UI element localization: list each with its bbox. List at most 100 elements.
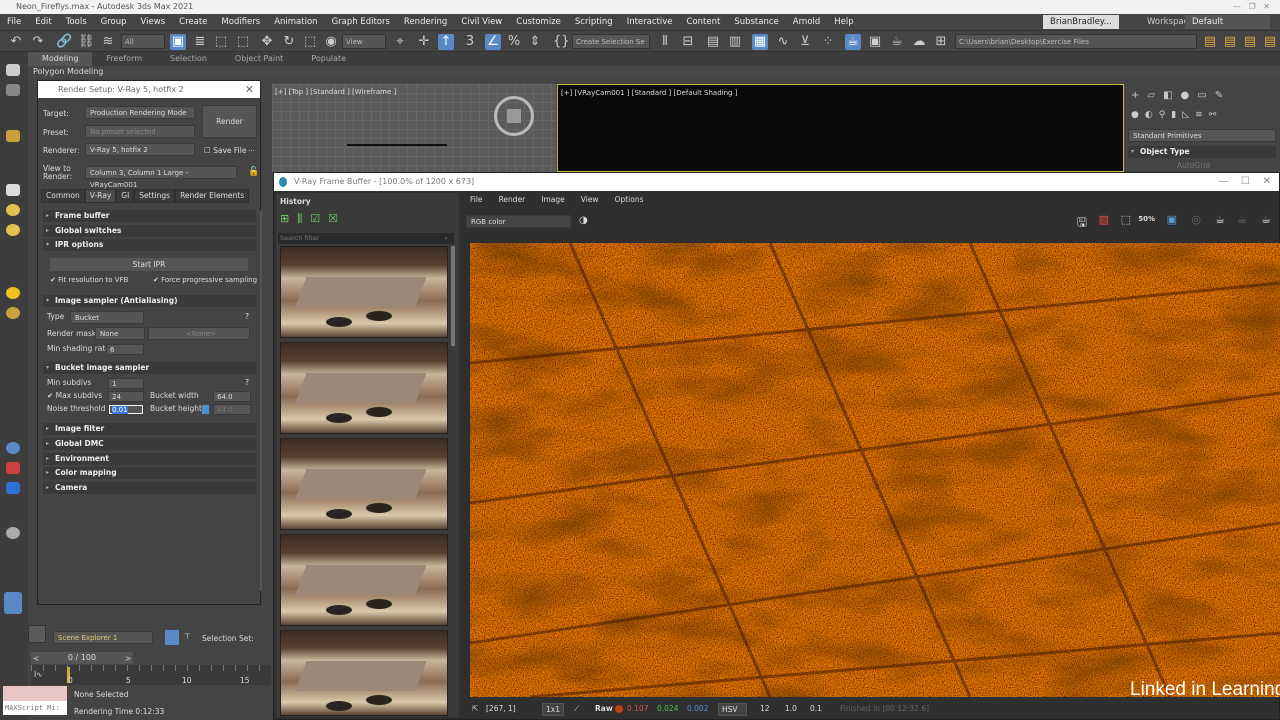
menu-interactive[interactable]: Interactive — [620, 17, 680, 27]
max-subdivs-spinner[interactable]: 24 — [108, 391, 144, 402]
save-file-browse-button[interactable]: ... — [248, 144, 255, 153]
ribbon-tab-freeform[interactable]: Freeform — [92, 52, 156, 66]
mirror-icon[interactable]: ⫴ — [657, 34, 673, 50]
min-subdivs-spinner[interactable]: 1 — [108, 378, 144, 389]
material-editor-icon[interactable]: ⁘ — [820, 34, 836, 50]
trackbar[interactable]: I∿ 0 5 10 15 — [31, 665, 271, 685]
preset-dropdown[interactable]: No preset selected — [85, 125, 195, 138]
prev-frame-button[interactable]: < — [33, 654, 39, 663]
menu-modifiers[interactable]: Modifiers — [214, 17, 267, 27]
command-panel-tabs-icon[interactable]: +▱◧●▭✎ — [1131, 90, 1231, 101]
curve-editor-mini-icon[interactable]: I∿ — [34, 670, 43, 679]
history-toolbar-icons[interactable]: ⊞⫼☑☒ — [280, 212, 346, 226]
open-project-icon[interactable]: ▤ — [1222, 34, 1238, 50]
viewport-top-label[interactable]: [+] [Top ] [Standard ] [Wireframe ] — [275, 88, 396, 96]
cylinder-icon[interactable] — [6, 224, 20, 236]
globe-icon[interactable] — [6, 442, 20, 454]
clear-image-icon[interactable]: ▧ — [1099, 213, 1109, 226]
viewport-camera[interactable]: [+] [VRayCam001 ] [Standard ] [Default S… — [557, 84, 1124, 172]
scene-explorer-icon[interactable]: ▤ — [705, 34, 721, 50]
history-thumbnail[interactable] — [280, 246, 448, 338]
history-scrollbar[interactable] — [451, 246, 455, 346]
color-space-dropdown[interactable]: HSV — [718, 703, 747, 716]
stop-render-icon[interactable]: ☕ — [1237, 213, 1247, 226]
target-dropdown[interactable]: Production Rendering Mode — [85, 106, 195, 119]
region-render-icon[interactable]: ⬚ — [1121, 213, 1131, 226]
layer-explorer-icon[interactable]: ▥ — [727, 34, 743, 50]
render-button[interactable]: Render — [202, 105, 257, 138]
color-picker-icon[interactable]: ◑ — [579, 215, 588, 226]
new-project-icon[interactable]: ▤ — [1242, 34, 1258, 50]
menu-tools[interactable]: Tools — [59, 17, 94, 27]
search-icon[interactable]: ⌕ — [444, 233, 448, 244]
rollout-bucket-image-sampler[interactable]: Bucket image sampler — [43, 362, 256, 374]
render-mask-object-button[interactable]: <None> — [148, 327, 250, 340]
rollout-object-type[interactable]: Object Type — [1128, 146, 1276, 158]
scene-explorer-dropdown[interactable]: Scene Explorer 1 — [53, 631, 153, 644]
viewcube-icon[interactable] — [494, 96, 534, 136]
noise-threshold-spinner[interactable]: 0.01 — [108, 404, 144, 415]
history-thumbnail[interactable] — [280, 630, 448, 716]
lock-aspect-icon[interactable] — [202, 405, 209, 414]
track-mouse-icon[interactable]: ◎ — [1191, 213, 1201, 226]
min-shading-spinner[interactable]: 6 — [106, 344, 144, 355]
history-thumbnail[interactable] — [280, 534, 448, 626]
menu-edit[interactable]: Edit — [28, 17, 58, 27]
sampling-dropdown[interactable]: 1x1 — [542, 703, 564, 716]
viewport-top[interactable]: [+] [Top ] [Standard ] [Wireframe ] — [272, 84, 556, 172]
render-in-cloud-icon[interactable]: ☁ — [911, 34, 927, 50]
help-button-bucket[interactable]: ? — [245, 378, 249, 387]
menu-help[interactable]: Help — [827, 17, 860, 27]
rendered-image[interactable]: Linked in Learning — [470, 243, 1280, 697]
rendered-frame-window-icon[interactable]: ▣ — [867, 34, 883, 50]
undo-icon[interactable]: ↶ — [8, 34, 24, 50]
help-icon[interactable] — [6, 527, 20, 539]
render-setup-titlebar[interactable]: Render Setup: V-Ray 5, hotfix 2 ✕ — [38, 81, 260, 98]
ribbon-tab-modeling[interactable]: Modeling — [28, 52, 93, 66]
close-icon[interactable]: ✕ — [245, 81, 254, 98]
edit-named-selection-icon[interactable]: {} — [553, 34, 570, 50]
tab-gi[interactable]: GI — [116, 189, 135, 203]
tab-vray[interactable]: V-Ray — [84, 189, 117, 203]
render-mask-dropdown[interactable]: None — [95, 327, 145, 340]
rollout-environment[interactable]: Environment — [43, 453, 256, 465]
menu-create[interactable]: Create — [172, 17, 214, 27]
autogrid-checkbox[interactable]: AutoGrid — [1177, 161, 1210, 170]
next-frame-button[interactable]: > — [125, 654, 131, 663]
sampler-type-dropdown[interactable]: Bucket — [70, 311, 144, 324]
rollout-global-switches[interactable]: Global switches — [43, 225, 256, 237]
scrollbar[interactable] — [260, 211, 262, 591]
bucket-height-spinner[interactable]: 64.0 — [213, 404, 251, 415]
menu-content[interactable]: Content — [680, 17, 728, 27]
view-to-render-dropdown[interactable]: Column 3, Column 1 Large - VRayCam001 — [85, 166, 237, 189]
ribbon-tab-selection[interactable]: Selection — [156, 52, 221, 66]
viewport-thumb[interactable] — [28, 625, 46, 643]
vfb-menu-image[interactable]: Image — [533, 193, 573, 207]
sun-icon[interactable] — [6, 287, 20, 299]
redo-icon[interactable]: ↷ — [30, 34, 46, 50]
shapes-icon[interactable] — [6, 84, 20, 96]
named-selection-dropdown[interactable]: Create Selection Se — [572, 34, 650, 49]
color-dots-icon[interactable] — [6, 462, 20, 474]
vfb-titlebar[interactable]: V-Ray Frame Buffer - [100.0% of 1200 x 6… — [274, 173, 1279, 191]
rollout-ipr-options[interactable]: IPR options — [43, 239, 256, 251]
rect-selection-icon[interactable]: ⬚ — [213, 34, 229, 50]
interactive-render-icon[interactable]: ☕ — [1261, 213, 1271, 226]
curve-editor-icon[interactable]: ∿ — [775, 34, 791, 50]
fit-resolution-checkbox[interactable]: ✔ Fit resolution to VFB — [50, 276, 128, 284]
primitives-dropdown[interactable]: Standard Primitives — [1128, 129, 1276, 142]
move-icon[interactable]: ✥ — [259, 34, 275, 50]
noise-threshold-value[interactable]: 0.01 — [112, 406, 128, 414]
rollout-camera[interactable]: Camera — [43, 482, 256, 494]
torus-icon[interactable] — [6, 307, 20, 319]
set-project-icon[interactable]: ▤ — [1262, 34, 1278, 50]
snaps-toggle-icon[interactable]: 3 — [462, 34, 478, 50]
render-production-icon[interactable]: ☕ — [889, 34, 905, 50]
history-search-input[interactable]: Search filter ⌕ — [278, 233, 454, 244]
menu-views[interactable]: Views — [134, 17, 173, 27]
pivot-icon[interactable]: ⌖ — [392, 34, 408, 50]
select-object-icon[interactable]: ▣ — [170, 34, 186, 50]
hierarchy-icon[interactable]: ⊤ — [184, 632, 191, 641]
vfb-menu-options[interactable]: Options — [607, 193, 652, 207]
tab-render-elements[interactable]: Render Elements — [175, 189, 250, 203]
